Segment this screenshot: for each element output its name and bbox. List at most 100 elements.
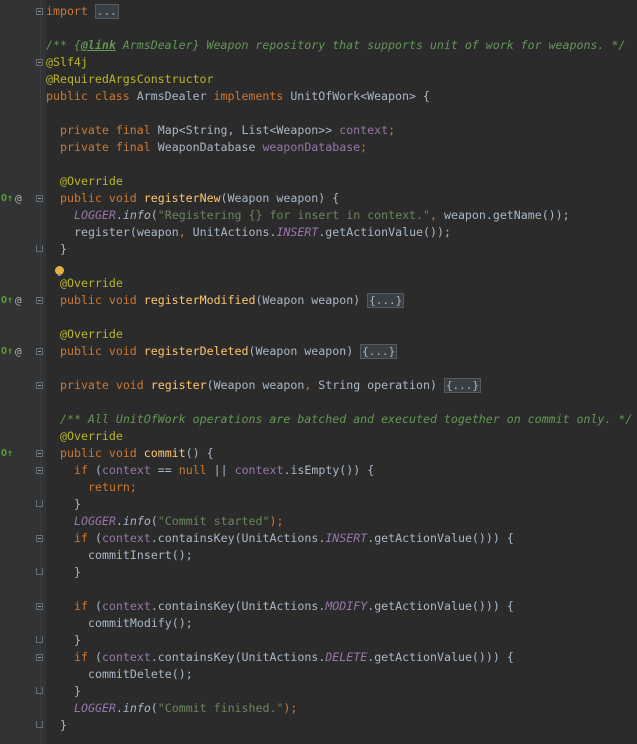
fold-toggle-icon[interactable]: [36, 297, 43, 304]
fold-toggle-icon[interactable]: [36, 535, 43, 542]
code-text[interactable]: public class ArmsDealer implements UnitO…: [46, 88, 430, 105]
code-text[interactable]: @Override: [60, 173, 123, 190]
code-line[interactable]: LOGGER.info("Commit finished.");: [0, 700, 637, 717]
fold-end-icon[interactable]: [36, 687, 43, 694]
code-text[interactable]: if (context.containsKey(UnitActions.MODI…: [74, 598, 514, 615]
code-line[interactable]: }: [0, 564, 637, 581]
implements-method-icon[interactable]: O↑: [1, 343, 13, 360]
code-line[interactable]: commitDelete();: [0, 666, 637, 683]
code-line[interactable]: }: [0, 632, 637, 649]
code-text[interactable]: }: [60, 241, 67, 258]
code-text[interactable]: register(weapon, UnitActions.INSERT.getA…: [74, 224, 451, 241]
code-text[interactable]: }: [60, 717, 67, 734]
code-line[interactable]: private void register(Weapon weapon, Str…: [0, 377, 637, 394]
code-text[interactable]: }: [74, 496, 81, 513]
fold-end-icon[interactable]: [36, 636, 43, 643]
code-line[interactable]: }: [0, 496, 637, 513]
code-line[interactable]: [0, 156, 637, 173]
code-line[interactable]: [0, 394, 637, 411]
code-line[interactable]: }: [0, 717, 637, 734]
code-text[interactable]: if (context.containsKey(UnitActions.DELE…: [74, 649, 514, 666]
code-line[interactable]: O↑ public void commit() {: [0, 445, 637, 462]
folded-region[interactable]: ...: [94, 4, 119, 19]
code-line[interactable]: if (context.containsKey(UnitActions.MODI…: [0, 598, 637, 615]
code-text[interactable]: public void commit() {: [60, 445, 214, 462]
fold-toggle-icon[interactable]: [36, 8, 43, 15]
implements-method-icon[interactable]: O↑: [1, 445, 13, 462]
code-line[interactable]: import ...: [0, 3, 637, 20]
code-line[interactable]: if (context.containsKey(UnitActions.INSE…: [0, 530, 637, 547]
code-text[interactable]: LOGGER.info("Commit finished.");: [74, 700, 297, 717]
override-annotation-icon[interactable]: @: [15, 292, 22, 309]
code-text[interactable]: public void registerModified(Weapon weap…: [60, 292, 405, 309]
code-text[interactable]: if (context.containsKey(UnitActions.INSE…: [74, 530, 514, 547]
code-line[interactable]: [0, 258, 637, 275]
fold-end-icon[interactable]: [36, 568, 43, 575]
code-text[interactable]: }: [74, 564, 81, 581]
code-text[interactable]: commitDelete();: [88, 666, 193, 683]
code-line[interactable]: [0, 20, 637, 37]
code-line[interactable]: [0, 309, 637, 326]
code-line[interactable]: O↑ @ public void registerNew(Weapon weapon…: [0, 190, 637, 207]
fold-toggle-icon[interactable]: [36, 450, 43, 457]
code-line[interactable]: @Override: [0, 428, 637, 445]
code-line[interactable]: commitInsert();: [0, 547, 637, 564]
code-line[interactable]: register(weapon, UnitActions.INSERT.getA…: [0, 224, 637, 241]
code-text[interactable]: private final WeaponDatabase weaponDatab…: [60, 139, 367, 156]
fold-toggle-icon[interactable]: [36, 59, 43, 66]
override-annotation-icon[interactable]: @: [15, 343, 22, 360]
code-line[interactable]: private final WeaponDatabase weaponDatab…: [0, 139, 637, 156]
code-line[interactable]: O↑ @ public void registerModified(Weapon w…: [0, 292, 637, 309]
code-text[interactable]: LOGGER.info("Commit started");: [74, 513, 283, 530]
code-text[interactable]: @Override: [60, 428, 123, 445]
fold-end-icon[interactable]: [36, 245, 43, 252]
code-line[interactable]: @Override: [0, 173, 637, 190]
code-text[interactable]: private void register(Weapon weapon, Str…: [60, 377, 482, 394]
fold-toggle-icon[interactable]: [36, 195, 43, 202]
code-text[interactable]: /** All UnitOfWork operations are batche…: [60, 411, 632, 428]
code-line[interactable]: LOGGER.info("Commit started");: [0, 513, 637, 530]
code-text[interactable]: private final Map<String, List<Weapon>> …: [60, 122, 395, 139]
intention-bulb-icon[interactable]: [55, 266, 64, 276]
code-line[interactable]: @Override: [0, 326, 637, 343]
code-text[interactable]: }: [74, 683, 81, 700]
code-text[interactable]: if (context == null || context.isEmpty()…: [74, 462, 374, 479]
implements-method-icon[interactable]: O↑: [1, 190, 13, 207]
fold-end-icon[interactable]: [36, 500, 43, 507]
code-line[interactable]: @Override: [0, 266, 637, 292]
fold-toggle-icon[interactable]: [36, 654, 43, 661]
code-text[interactable]: public void registerNew(Weapon weapon) {: [60, 190, 339, 207]
code-line[interactable]: return;: [0, 479, 637, 496]
fold-toggle-icon[interactable]: [36, 467, 43, 474]
folded-region[interactable]: {...}: [367, 293, 405, 308]
folded-region[interactable]: {...}: [443, 378, 482, 393]
folded-region[interactable]: {...}: [360, 344, 398, 359]
code-line[interactable]: [0, 360, 637, 377]
override-annotation-icon[interactable]: @: [15, 190, 22, 207]
code-text[interactable]: commitModify();: [88, 615, 193, 632]
code-line[interactable]: private final Map<String, List<Weapon>> …: [0, 122, 637, 139]
code-line[interactable]: @Slf4j: [0, 54, 637, 71]
code-text[interactable]: import ...: [46, 3, 119, 20]
code-line[interactable]: /** All UnitOfWork operations are batche…: [0, 411, 637, 428]
code-line[interactable]: [0, 105, 637, 122]
implements-method-icon[interactable]: O↑: [1, 292, 13, 309]
fold-toggle-icon[interactable]: [36, 603, 43, 610]
code-text[interactable]: }: [74, 632, 81, 649]
code-line[interactable]: if (context.containsKey(UnitActions.DELE…: [0, 649, 637, 666]
fold-toggle-icon[interactable]: [36, 348, 43, 355]
code-line[interactable]: }: [0, 241, 637, 258]
code-text[interactable]: @RequiredArgsConstructor: [46, 71, 214, 88]
code-line[interactable]: }: [0, 683, 637, 700]
code-text[interactable]: LOGGER.info("Registering {} for insert i…: [74, 207, 570, 224]
code-text[interactable]: return;: [88, 479, 137, 496]
code-line[interactable]: commitModify();: [0, 615, 637, 632]
code-text[interactable]: public void registerDeleted(Weapon weapo…: [60, 343, 398, 360]
code-text[interactable]: commitInsert();: [88, 547, 193, 564]
fold-end-icon[interactable]: [36, 721, 43, 728]
code-line[interactable]: @RequiredArgsConstructor: [0, 71, 637, 88]
code-line[interactable]: LOGGER.info("Registering {} for insert i…: [0, 207, 637, 224]
fold-toggle-icon[interactable]: [36, 382, 43, 389]
code-editor[interactable]: import .../** {@link ArmsDealer} Weapon …: [0, 3, 637, 734]
code-text[interactable]: @Slf4j: [46, 54, 88, 71]
